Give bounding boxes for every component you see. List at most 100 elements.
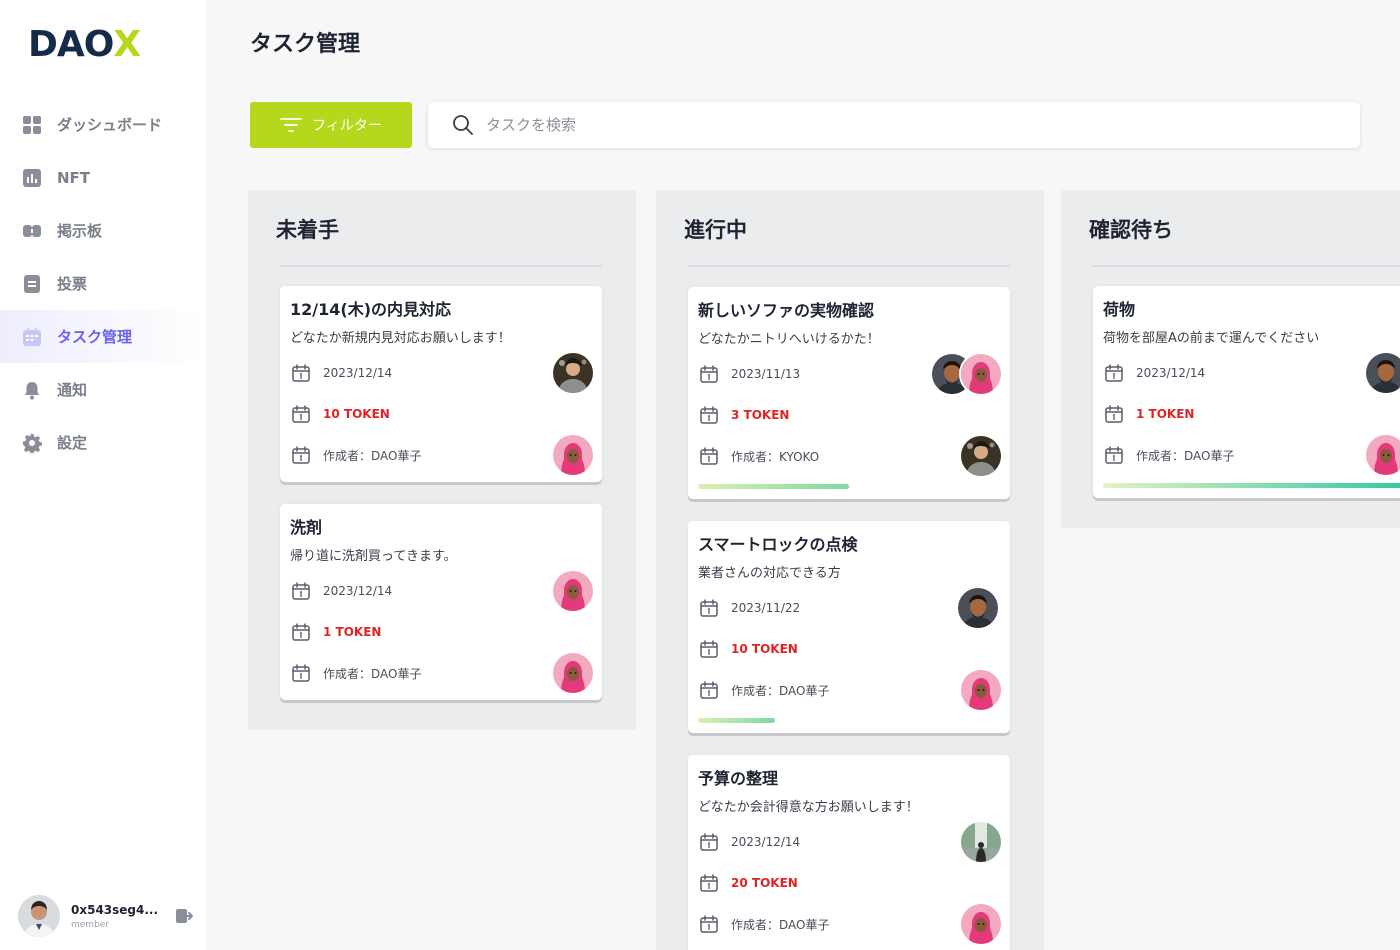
column-title: 未着手: [276, 218, 339, 242]
card-author: 作成者：KYOKO: [698, 445, 819, 467]
user-avatar: [18, 895, 60, 937]
calendar-icon: [290, 580, 312, 602]
card-date-text: 2023/12/14: [323, 366, 393, 380]
task-card[interactable]: 荷物 荷物を部屋Aの前まで運んでください 2023/12/14 1 TOKEN …: [1093, 286, 1400, 498]
card-token: 3 TOKEN: [698, 404, 789, 426]
calendar-icon: [698, 638, 720, 660]
sidebar-item-dashboard[interactable]: ダッシュボード: [0, 98, 206, 151]
card-description: 荷物を部屋Aの前まで運んでください: [1103, 331, 1320, 346]
calendar-icon: [290, 403, 312, 425]
page-title: タスク管理: [250, 32, 361, 57]
vote-document-icon: [22, 274, 42, 294]
author-avatar[interactable]: [553, 435, 593, 475]
card-token-text: 20 TOKEN: [731, 876, 798, 890]
assignee-avatar[interactable]: [1366, 353, 1400, 393]
task-card[interactable]: 新しいソファの実物確認 どなたかニトリへいけるかた！ 2023/11/13 3 …: [688, 287, 1010, 499]
task-card[interactable]: 洗剤 帰り道に洗剤買ってきます。 2023/12/14 1 TOKEN 作成者：…: [280, 504, 602, 700]
card-author-text: 作成者：DAO華子: [731, 917, 830, 932]
calendar-icon: [290, 662, 312, 684]
card-author: 作成者：DAO華子: [290, 444, 421, 466]
task-card[interactable]: 12/14(木)の内見対応 どなたか新規内見対応お願いします！ 2023/12/…: [280, 286, 602, 482]
card-token-text: 1 TOKEN: [323, 625, 382, 639]
sidebar-item-label: 通知: [57, 381, 88, 399]
card-date-text: 2023/11/13: [731, 367, 801, 381]
author-avatar[interactable]: [553, 653, 593, 693]
card-date: 2023/12/14: [290, 362, 392, 384]
card-title: 12/14(木)の内見対応: [290, 300, 452, 319]
logout-icon[interactable]: [174, 906, 194, 926]
user-profile[interactable]: 0x543seg4... member: [18, 894, 194, 938]
card-date-text: 2023/12/14: [1136, 366, 1206, 380]
sidebar-item-notifications[interactable]: 通知: [0, 363, 206, 416]
calendar-icon: [290, 444, 312, 466]
sidebar-item-label: 投票: [57, 275, 88, 293]
column-divider: [280, 265, 602, 267]
card-date: 2023/12/14: [698, 831, 800, 853]
column-clip: 確認待ち 荷物 荷物を部屋Aの前まで運んでください 2023/12/14 1 T…: [1061, 190, 1400, 530]
progress-bar: [1103, 483, 1400, 488]
card-title: 洗剤: [290, 518, 323, 537]
card-author: 作成者：DAO華子: [698, 679, 829, 701]
sidebar-item-label: 掲示板: [57, 222, 103, 240]
filter-button[interactable]: フィルター: [250, 102, 412, 148]
card-description: 帰り道に洗剤買ってきます。: [290, 549, 457, 564]
card-date: 2023/11/22: [698, 597, 800, 619]
calendar-icon: [698, 597, 720, 619]
assignee-avatar[interactable]: [553, 353, 593, 393]
card-title: スマートロックの点検: [698, 535, 858, 554]
calendar-icon: [1103, 444, 1125, 466]
calendar-icon: [1103, 403, 1125, 425]
card-token: 1 TOKEN: [1103, 403, 1194, 425]
calendar-icon: [1103, 362, 1125, 384]
filter-lines-icon: [280, 118, 303, 132]
card-token: 10 TOKEN: [698, 638, 798, 660]
card-date: 2023/11/13: [698, 363, 800, 385]
card-date-text: 2023/12/14: [323, 584, 393, 598]
card-author-text: 作成者：DAO華子: [323, 666, 422, 681]
assignee-avatar[interactable]: [958, 588, 998, 628]
sidebar-nav: ダッシュボード NFT 掲示板 投票 タスク管理 通知 設定: [0, 98, 206, 469]
calendar-icon: [290, 621, 312, 643]
sidebar-item-nft[interactable]: NFT: [0, 151, 206, 204]
dashboard-grid-icon: [22, 115, 42, 135]
gear-icon: [22, 433, 42, 453]
card-token: 20 TOKEN: [698, 872, 798, 894]
author-avatar[interactable]: [961, 436, 1001, 476]
card-date-text: 2023/12/14: [731, 835, 801, 849]
card-date: 2023/12/14: [1103, 362, 1205, 384]
assignee-avatar[interactable]: [961, 822, 1001, 862]
card-description: 業者さんの対応できる方: [698, 566, 841, 581]
search-icon: [453, 115, 473, 135]
card-date: 2023/12/14: [290, 580, 392, 602]
search-box[interactable]: [428, 102, 1360, 148]
column-todo: 未着手 12/14(木)の内見対応 どなたか新規内見対応お願いします！ 2023…: [248, 190, 636, 730]
author-avatar[interactable]: [961, 904, 1001, 944]
assignee-avatar[interactable]: [961, 354, 1001, 394]
card-author: 作成者：DAO華子: [290, 662, 421, 684]
card-title: 荷物: [1103, 300, 1136, 319]
column-title: 進行中: [684, 218, 747, 242]
card-token-text: 3 TOKEN: [731, 408, 790, 422]
card-author-text: 作成者：DAO華子: [1136, 448, 1235, 463]
app-logo[interactable]: DAO X: [28, 24, 141, 65]
card-author-text: 作成者：DAO華子: [323, 448, 422, 463]
sidebar-item-board[interactable]: 掲示板: [0, 204, 206, 257]
card-author: 作成者：DAO華子: [698, 913, 829, 935]
author-avatar[interactable]: [1366, 435, 1400, 475]
sidebar-item-label: ダッシュボード: [57, 116, 163, 134]
assignee-avatar[interactable]: [553, 571, 593, 611]
author-avatar[interactable]: [961, 670, 1001, 710]
sidebar-item-settings[interactable]: 設定: [0, 416, 206, 469]
column-divider: [1093, 265, 1400, 267]
card-token-text: 1 TOKEN: [1136, 407, 1195, 421]
search-input[interactable]: [486, 116, 1306, 134]
sidebar-item-task-management[interactable]: タスク管理: [0, 310, 206, 363]
calendar-icon: [698, 363, 720, 385]
sidebar-item-vote[interactable]: 投票: [0, 257, 206, 310]
card-date-text: 2023/11/22: [731, 601, 801, 615]
task-card[interactable]: 予算の整理 どなたか会計得意な方お願いします！ 2023/12/14 20 TO…: [688, 755, 1010, 950]
card-token-text: 10 TOKEN: [323, 407, 390, 421]
card-description: どなたか会計得意な方お願いします！: [698, 800, 919, 815]
card-token-text: 10 TOKEN: [731, 642, 798, 656]
task-card[interactable]: スマートロックの点検 業者さんの対応できる方 2023/11/22 10 TOK…: [688, 521, 1010, 733]
